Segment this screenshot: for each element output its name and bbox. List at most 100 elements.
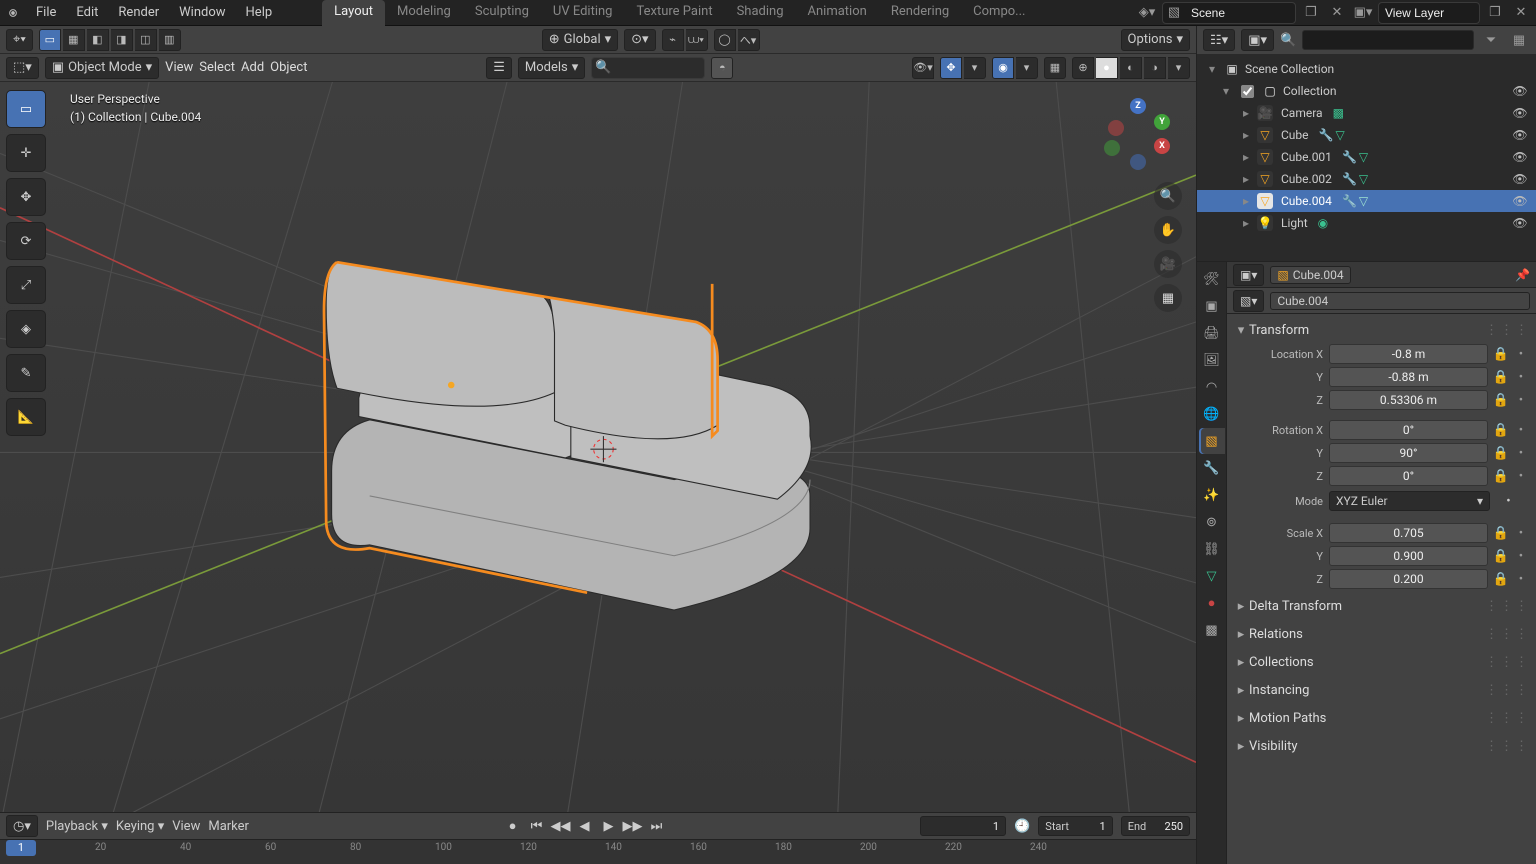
prop-tab-physics[interactable]: ⊚ — [1199, 509, 1225, 535]
outliner-item[interactable]: ▽Cube🔧▽👁 — [1197, 124, 1536, 146]
snap-menu[interactable]: ⩊▾ — [686, 29, 708, 51]
outliner-item[interactable]: ▽Cube.002🔧▽👁 — [1197, 168, 1536, 190]
visibility-icon[interactable]: 👁 — [1510, 216, 1530, 230]
scene-browse-icon[interactable]: ◈▾ — [1136, 2, 1158, 24]
menu-edit[interactable]: Edit — [66, 5, 108, 20]
nav-gizmo[interactable]: Y X Z — [1104, 98, 1176, 170]
editor-type-dropdown[interactable]: ⬚▾ — [6, 57, 39, 79]
lock-icon[interactable]: 🔒 — [1492, 345, 1510, 363]
tool-select-box[interactable]: ▭ — [6, 90, 46, 128]
outliner-item[interactable]: ▽Cube.001🔧▽👁 — [1197, 146, 1536, 168]
scene-new-icon[interactable]: ❐ — [1300, 2, 1322, 24]
datablock-browse[interactable]: ▧▾ — [1233, 290, 1264, 312]
visibility-icon[interactable]: 👁 — [1510, 172, 1530, 186]
tool-scale[interactable]: ⤢ — [6, 266, 46, 304]
object-menu[interactable]: Object — [270, 60, 307, 75]
tool-annotate[interactable]: ✎ — [6, 354, 46, 392]
prev-key-icon[interactable]: ◀◀ — [550, 816, 572, 836]
view-menu[interactable]: View — [165, 60, 193, 75]
prop-tab-constraint[interactable]: ⛓ — [1199, 536, 1225, 562]
menu-file[interactable]: File — [26, 5, 66, 20]
jump-start-icon[interactable]: ⏮ — [526, 816, 548, 836]
prop-tab-viewlayer[interactable]: 🖼 — [1199, 347, 1225, 373]
viewlayer-delete-icon[interactable]: ✕ — [1510, 2, 1532, 24]
select-tool-mode[interactable]: ◨ — [111, 29, 133, 51]
panel-header-transform[interactable]: Transform⋮⋮⋮ — [1233, 318, 1530, 342]
prop-tab-render[interactable]: ▣ — [1199, 293, 1225, 319]
lock-icon[interactable]: 🔒 — [1492, 368, 1510, 386]
options-popover[interactable]: Options ▾ — [1121, 29, 1191, 51]
perspective-icon[interactable]: ▦ — [1154, 284, 1182, 312]
prop-tab-particles[interactable]: ✨ — [1199, 482, 1225, 508]
select-menu[interactable]: Select — [199, 60, 235, 75]
shading-popover[interactable]: ▾ — [1168, 57, 1190, 79]
proportional-menu[interactable]: へ▾ — [738, 29, 760, 51]
visibility-icon[interactable]: 👁 — [1510, 128, 1530, 142]
shading-solid[interactable]: ● — [1096, 57, 1118, 79]
outliner-item[interactable]: 🎥Camera▩👁 — [1197, 102, 1536, 124]
filter-icon[interactable]: ⏷ — [1480, 29, 1502, 51]
prop-tab-scene[interactable]: ◠ — [1199, 374, 1225, 400]
asset-icon[interactable]: ☰ — [486, 57, 512, 79]
scale-x-field[interactable]: 0.705 — [1329, 523, 1488, 543]
workspace-tab[interactable]: Sculpting — [463, 0, 541, 26]
outliner-display-mode[interactable]: ▣▾ — [1241, 29, 1274, 51]
next-key-icon[interactable]: ▶▶ — [622, 816, 644, 836]
anim-dot-icon[interactable]: • — [1512, 345, 1530, 363]
select-tool-mode[interactable]: ▥ — [159, 29, 181, 51]
autokey-toggle[interactable]: ● — [502, 816, 524, 836]
pivot-dropdown[interactable]: ⊙▾ — [624, 29, 655, 51]
loc-z-field[interactable]: 0.53306 m — [1329, 390, 1488, 410]
jump-end-icon[interactable]: ⏭ — [646, 816, 668, 836]
play-icon[interactable]: ▶ — [598, 816, 620, 836]
add-menu[interactable]: Add — [241, 60, 264, 75]
panel-header[interactable]: Collections⋮⋮⋮ — [1233, 650, 1530, 674]
xray-toggle[interactable]: ▦ — [1044, 57, 1066, 79]
select-tool-mode[interactable]: ◧ — [87, 29, 109, 51]
loc-y-field[interactable]: -0.88 m — [1329, 367, 1488, 387]
prop-tab-output[interactable]: 🖨 — [1199, 320, 1225, 346]
prop-tab-texture[interactable]: ▩ — [1199, 617, 1225, 643]
workspace-tab[interactable]: Animation — [796, 0, 879, 26]
prop-tab-data[interactable]: ▽ — [1199, 563, 1225, 589]
scale-z-field[interactable]: 0.200 — [1329, 569, 1488, 589]
visibility-icon[interactable]: 👁 — [1510, 84, 1530, 98]
viewport-search-input[interactable] — [614, 61, 704, 75]
workspace-tab[interactable]: Shading — [725, 0, 796, 26]
panel-header[interactable]: Motion Paths⋮⋮⋮ — [1233, 706, 1530, 730]
outliner-search-input[interactable] — [1302, 30, 1474, 50]
tool-move[interactable]: ✥ — [6, 178, 46, 216]
scene-name-field[interactable]: ▧ — [1162, 2, 1296, 24]
menu-render[interactable]: Render — [108, 5, 169, 20]
scale-y-field[interactable]: 0.900 — [1329, 546, 1488, 566]
lock-icon[interactable]: 🔒 — [1492, 391, 1510, 409]
workspace-tab[interactable]: Layout — [322, 0, 385, 26]
collection-enable-checkbox[interactable] — [1241, 85, 1254, 98]
breadcrumb[interactable]: ▧ Cube.004 — [1270, 266, 1350, 284]
prop-tab-tool[interactable]: 🛠 — [1199, 266, 1225, 292]
outliner-node-scene[interactable]: ▣ Scene Collection — [1197, 58, 1536, 80]
prop-tab-world[interactable]: 🌐 — [1199, 401, 1225, 427]
outliner-editor-type[interactable]: ☷▾ — [1203, 29, 1235, 51]
viewlayer-name-field[interactable] — [1378, 2, 1480, 24]
mode-dropdown[interactable]: ▣ Object Mode▾ — [45, 57, 159, 79]
tool-rotate[interactable]: ⟳ — [6, 222, 46, 260]
pin-icon[interactable]: 📌 — [1515, 268, 1530, 282]
gizmo-menu[interactable]: ▾ — [964, 57, 986, 79]
workspace-tab[interactable]: Rendering — [879, 0, 961, 26]
visibility-popover[interactable]: 👁▾ — [912, 57, 934, 79]
shading-wireframe[interactable]: ⊕ — [1072, 57, 1094, 79]
datablock-field[interactable]: Cube.004 — [1270, 292, 1530, 310]
pin-dropdown[interactable]: ▣▾ — [1233, 264, 1264, 286]
select-tool-mode[interactable]: ▭ — [39, 29, 61, 51]
timeline-marker-menu[interactable]: Marker — [208, 819, 249, 834]
panel-header[interactable]: Delta Transform⋮⋮⋮ — [1233, 594, 1530, 618]
start-frame-field[interactable]: Start 1 — [1038, 816, 1112, 836]
workspace-tab[interactable]: Compo... — [961, 0, 1037, 26]
proportional-toggle[interactable]: ◯ — [714, 29, 736, 51]
outliner-item[interactable]: ▽Cube.004🔧▽👁 — [1197, 190, 1536, 212]
overlay-menu[interactable]: ▾ — [1016, 57, 1038, 79]
tool-measure[interactable]: 📐 — [6, 398, 46, 436]
scene-delete-icon[interactable]: ✕ — [1326, 2, 1348, 24]
viewlayer-new-icon[interactable]: ❐ — [1484, 2, 1506, 24]
